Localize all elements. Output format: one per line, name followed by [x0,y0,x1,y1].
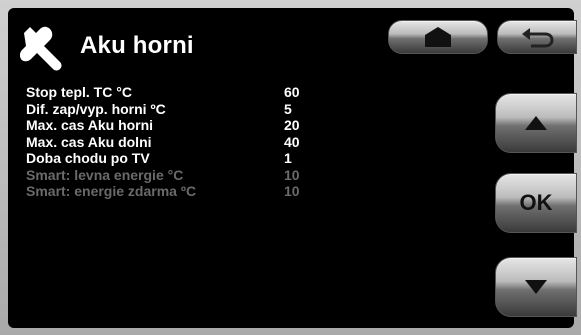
ok-button[interactable]: OK [495,173,577,233]
ok-label: OK [519,190,553,215]
parameter-name: Max. cas Aku horni [26,117,154,134]
parameter-name: Smart: energie zdarma ºC [26,183,197,200]
parameter-value: 10 [284,166,300,183]
parameter-name: Stop tepl. TC °C [26,84,132,101]
parameter-row[interactable]: Doba chodu po TV 1 [26,150,346,167]
parameter-value: 40 [284,133,300,150]
home-icon [425,27,451,47]
page-title: Aku horni [80,32,194,59]
wrench-icon [20,26,62,71]
parameter-name: Max. cas Aku dolni [26,133,152,150]
parameter-row[interactable]: Smart: levna energie °C 10 [26,167,346,184]
display-screen: Aku horni Stop tepl. TC °C 60 Dif. zap/vyp… [8,8,574,328]
parameter-value: 1 [284,150,292,167]
parameter-row[interactable]: Max. cas Aku horni 20 [26,117,346,134]
up-button[interactable] [495,93,577,153]
parameter-row[interactable]: Stop tepl. TC °C 60 [26,84,346,101]
parameter-value: 20 [284,117,300,134]
parameter-value: 60 [284,84,300,101]
parameter-value: 10 [284,183,300,200]
parameter-name: Doba chodu po TV [26,150,150,167]
home-button[interactable] [388,20,488,54]
back-button[interactable] [497,20,577,54]
parameter-list: Stop tepl. TC °C 60 Dif. zap/vyp. horni ºC… [26,84,346,200]
back-arrow-icon [522,28,554,48]
parameter-row[interactable]: Dif. zap/vyp. horni ºC 5 [26,101,346,118]
parameter-value: 5 [284,100,292,117]
parameter-name: Smart: levna energie °C [26,166,184,183]
down-button[interactable] [495,257,577,317]
parameter-name: Dif. zap/vyp. horni ºC [26,100,166,117]
arrow-up-icon [525,116,547,130]
arrow-down-icon [525,280,547,294]
parameter-row[interactable]: Smart: energie zdarma ºC 10 [26,183,346,200]
header: Aku horni [20,20,194,72]
parameter-row[interactable]: Max. cas Aku dolni 40 [26,134,346,151]
